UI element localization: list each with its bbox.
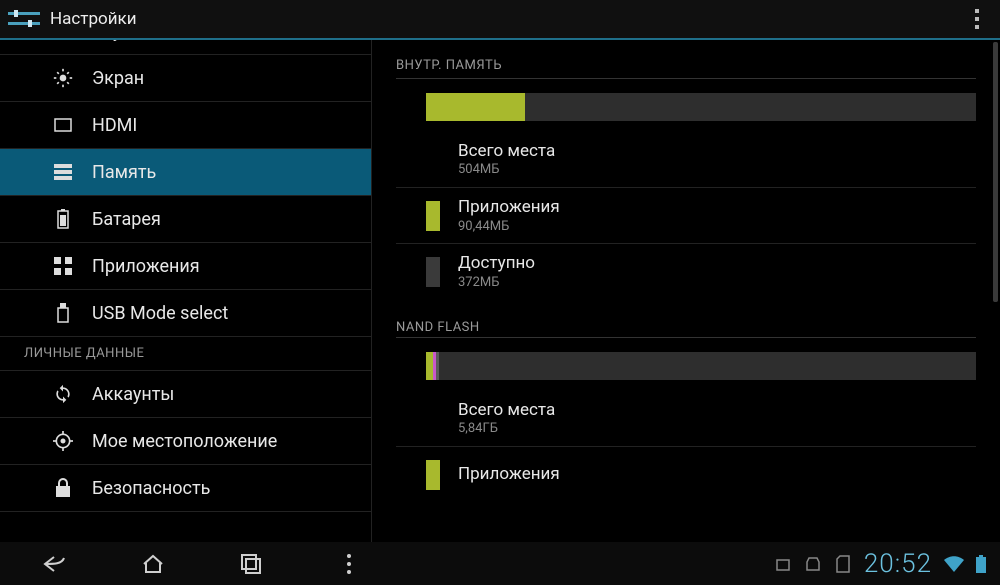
storage-content: ВНУТР. ПАМЯТЬ Всего места 504МБ Приложен… [372, 40, 1000, 542]
sidebar-item-label: Батарея [92, 209, 161, 230]
storage-bar-internal[interactable] [396, 83, 976, 131]
swatch-apps [426, 201, 440, 231]
sidebar-item-accounts[interactable]: Аккаунты [0, 371, 371, 418]
row-label: Всего места [458, 400, 555, 421]
brightness-icon [52, 67, 74, 89]
bar-segment [426, 352, 433, 380]
row-label: Доступно [458, 253, 535, 274]
panel-header-nand: NAND FLASH [396, 299, 976, 337]
lock-icon [52, 477, 74, 499]
storage-icon [52, 161, 74, 183]
swatch-none [426, 144, 440, 174]
storage-row-nand-total[interactable]: Всего места 5,84ГБ [396, 390, 976, 446]
battery-icon [52, 208, 74, 230]
recent-apps-button[interactable] [236, 551, 266, 577]
sidebar-item-label: Аккаунты [92, 384, 174, 405]
swatch-available [426, 257, 440, 287]
storage-row-nand-apps[interactable]: Приложения [396, 446, 976, 502]
home-button[interactable] [138, 551, 168, 577]
status-clock[interactable]: 20:52 [864, 549, 932, 579]
navigation-bar: 20:52 [0, 542, 1000, 585]
sidebar-item-label: USB Mode select [92, 303, 228, 324]
hdmi-icon [52, 114, 74, 136]
sdcard-icon[interactable] [834, 555, 852, 573]
sync-icon [52, 383, 74, 405]
sidebar-item-apps[interactable]: Приложения [0, 243, 371, 290]
sidebar-item-location[interactable]: Мое местоположение [0, 418, 371, 465]
sidebar-section-personal: ЛИЧНЫЕ ДАННЫЕ [0, 337, 371, 371]
panel-header-internal: ВНУТР. ПАМЯТЬ [396, 40, 976, 78]
row-label: Приложения [458, 464, 560, 485]
app-title: Настройки [50, 9, 137, 29]
location-icon [52, 430, 74, 452]
sidebar-item-display[interactable]: Экран [0, 55, 371, 102]
notification-icon[interactable] [774, 555, 792, 573]
menu-button[interactable] [334, 551, 364, 577]
action-bar: Настройки [0, 0, 1000, 38]
row-label: Всего места [458, 141, 555, 162]
download-icon[interactable] [804, 555, 822, 573]
sidebar-item-label: Память [92, 162, 156, 183]
bar-segment [436, 352, 439, 380]
row-value: 90,44МБ [458, 219, 560, 234]
sidebar-item-label: Приложения [92, 256, 200, 277]
swatch-none [426, 403, 440, 433]
overflow-menu-icon[interactable] [968, 7, 986, 31]
storage-row-total[interactable]: Всего места 504МБ [396, 131, 976, 187]
settings-sidebar: Звук Экран HDMI Память Батарея Приложени… [0, 40, 372, 542]
row-value: 372МБ [458, 275, 535, 290]
back-button[interactable] [40, 551, 70, 577]
apps-icon [52, 255, 74, 277]
sidebar-item-usb[interactable]: USB Mode select [0, 290, 371, 337]
sidebar-item-battery[interactable]: Батарея [0, 196, 371, 243]
status-battery-icon[interactable] [976, 555, 986, 573]
row-value: 504МБ [458, 162, 555, 177]
sidebar-item-label: Безопасность [92, 478, 210, 499]
storage-bar-nand[interactable] [396, 342, 976, 390]
row-value: 5,84ГБ [458, 421, 555, 436]
swatch-apps [426, 460, 440, 490]
storage-row-available[interactable]: Доступно 372МБ [396, 243, 976, 299]
sidebar-item-hdmi[interactable]: HDMI [0, 102, 371, 149]
sidebar-item-storage[interactable]: Память [0, 149, 371, 196]
sidebar-item-label: Экран [92, 68, 144, 89]
storage-row-apps[interactable]: Приложения 90,44МБ [396, 187, 976, 243]
sidebar-item-label: HDMI [92, 115, 137, 136]
wifi-icon[interactable] [944, 556, 964, 572]
sidebar-item-security[interactable]: Безопасность [0, 465, 371, 512]
usb-icon [52, 302, 74, 324]
sound-icon [52, 40, 74, 42]
bar-segment-apps [426, 93, 525, 121]
sidebar-item-label: Мое местоположение [92, 431, 277, 452]
row-label: Приложения [458, 197, 560, 218]
sidebar-item-sound[interactable]: Звук [0, 40, 371, 55]
settings-sliders-icon [8, 9, 40, 29]
sidebar-item-label: Звук [92, 40, 131, 42]
